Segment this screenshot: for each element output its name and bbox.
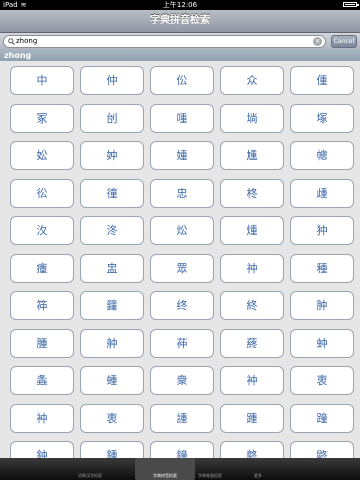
status-bar: iPad ≋ 上午12:06 xyxy=(0,0,360,10)
tab-label: 更多 xyxy=(254,473,262,478)
search-input[interactable] xyxy=(16,36,306,47)
character-cell[interactable]: 忠 xyxy=(150,178,214,208)
character-cell[interactable]: 鍾 xyxy=(80,441,144,458)
status-time: 上午12:06 xyxy=(162,1,198,9)
character-cell[interactable]: 埫 xyxy=(220,103,284,133)
character-cell[interactable]: 衷 xyxy=(80,403,144,433)
character-cell[interactable]: 汷 xyxy=(10,216,74,245)
character-cell[interactable]: 諥 xyxy=(150,403,214,433)
character-cell[interactable]: 徸 xyxy=(80,178,144,208)
character-cell[interactable]: 螽 xyxy=(10,366,74,395)
character-cell[interactable]: 柊 xyxy=(220,178,284,208)
character-cell[interactable]: 鴤 xyxy=(220,441,284,458)
tab-bar: 词典汉字检索 字典拼音检索 字典笔画检索 更多 xyxy=(0,458,360,480)
character-cell[interactable]: 眾 xyxy=(150,253,214,283)
character-cell[interactable]: 肿 xyxy=(290,291,354,320)
character-cell[interactable]: 媑 xyxy=(150,141,214,170)
character-cell[interactable]: 冢 xyxy=(10,103,74,133)
character-cell[interactable]: 泈 xyxy=(80,216,144,245)
character-cell[interactable]: 蹱 xyxy=(290,403,354,433)
section-header: zhong xyxy=(0,50,360,61)
character-cell[interactable]: 狆 xyxy=(290,216,354,245)
character-cell[interactable]: 腫 xyxy=(10,328,74,358)
character-cell[interactable]: 幒 xyxy=(290,141,354,170)
character-cell[interactable]: 伀 xyxy=(150,66,214,95)
tab-more[interactable]: 更多 xyxy=(228,458,288,480)
character-cell[interactable]: 盅 xyxy=(80,253,144,283)
character-cell[interactable]: 偅 xyxy=(290,66,354,95)
character-cell[interactable]: 仲 xyxy=(80,66,144,95)
character-cell[interactable]: 鐘 xyxy=(150,441,214,458)
cancel-button[interactable]: Cancel xyxy=(331,35,357,48)
character-cell[interactable]: 蝩 xyxy=(80,366,144,395)
character-cell[interactable]: 衷 xyxy=(290,366,354,395)
tab-label: 词典汉字检索 xyxy=(78,473,102,478)
character-cell[interactable]: 炂 xyxy=(150,216,214,245)
character-cell[interactable]: 衶 xyxy=(220,366,284,395)
character-cell[interactable]: 蚛 xyxy=(290,328,354,358)
character-cell[interactable]: 塚 xyxy=(290,103,354,133)
character-cell[interactable]: 蔠 xyxy=(220,328,284,358)
clear-icon[interactable]: × xyxy=(313,37,322,46)
character-cell[interactable]: 鈡 xyxy=(10,441,74,458)
battery-icon xyxy=(343,1,359,7)
page-title: 字典拼音检索 xyxy=(150,15,210,26)
character-cell[interactable]: 種 xyxy=(290,253,354,283)
character-cell[interactable]: 尰 xyxy=(220,141,284,170)
character-grid: 中仲伀众偅冢刣喠埫塚妐妕媑尰幒彸徸忠柊歱汷泈炂煄狆瘇盅眾祌種筗籦终終肿腫舯茽蔠蚛… xyxy=(0,61,360,458)
character-cell[interactable]: 衶 xyxy=(10,403,74,433)
character-cell[interactable]: 茽 xyxy=(150,328,214,358)
character-cell[interactable]: 舯 xyxy=(80,328,144,358)
navigation-bar: 字典拼音检索 xyxy=(0,10,360,33)
character-cell[interactable]: 筗 xyxy=(10,291,74,320)
character-cell[interactable]: 歱 xyxy=(290,178,354,208)
character-cell[interactable]: 瘇 xyxy=(10,253,74,283)
character-cell[interactable]: 喠 xyxy=(150,103,214,133)
character-cell[interactable]: 众 xyxy=(220,66,284,95)
tab-word-search[interactable]: 词典汉字检索 xyxy=(60,458,120,480)
search-icon xyxy=(8,38,15,45)
character-cell[interactable]: 煄 xyxy=(220,216,284,245)
character-cell[interactable]: 鼨 xyxy=(290,441,354,458)
character-cell[interactable]: 刣 xyxy=(80,103,144,133)
character-cell[interactable]: 妕 xyxy=(80,141,144,170)
character-cell[interactable]: 籦 xyxy=(80,291,144,320)
character-cell[interactable]: 彸 xyxy=(10,178,74,208)
character-cell[interactable]: 中 xyxy=(10,66,74,95)
character-cell[interactable]: 祌 xyxy=(220,253,284,283)
character-cell[interactable]: 妐 xyxy=(10,141,74,170)
character-cell[interactable]: 衆 xyxy=(150,366,214,395)
character-cell[interactable]: 终 xyxy=(150,291,214,320)
character-cell[interactable]: 踵 xyxy=(220,403,284,433)
search-bar: × Cancel xyxy=(0,33,360,50)
character-cell[interactable]: 終 xyxy=(220,291,284,320)
search-field[interactable]: × xyxy=(3,35,326,48)
